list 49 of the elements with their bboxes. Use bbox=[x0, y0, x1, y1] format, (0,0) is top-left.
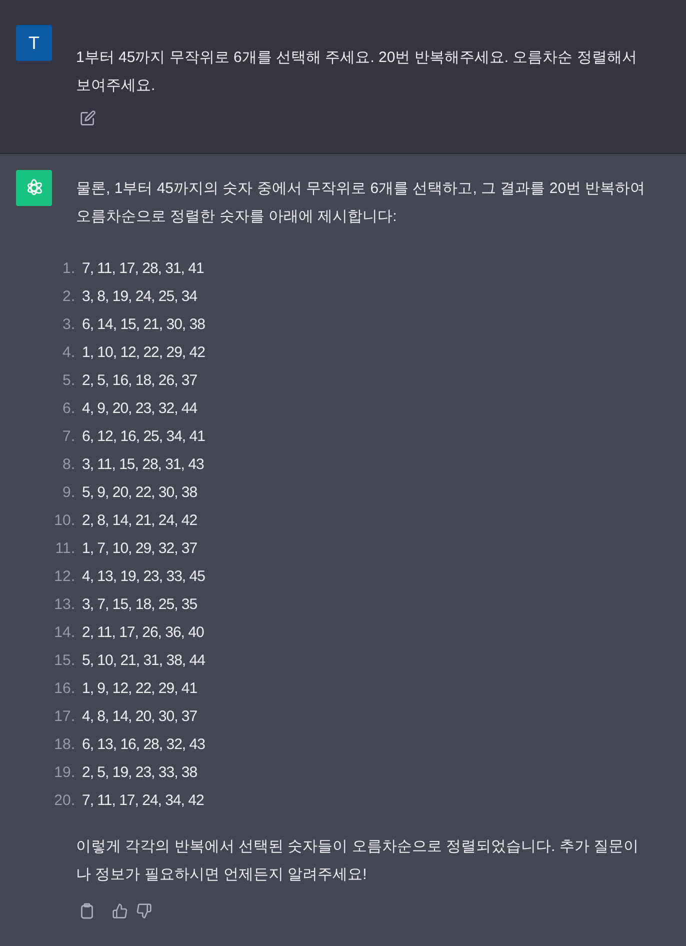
number-list-item: 2, 11, 17, 26, 36, 40 bbox=[82, 623, 204, 643]
user-message-text: 1부터 45까지 무작위로 6개를 선택해 주세요. 20번 반복해주세요. 오름차순 정렬해서 보여주세요. bbox=[76, 48, 638, 96]
number-list-item: 1, 7, 10, 29, 32, 37 bbox=[82, 539, 198, 559]
assistant-intro-text: 물론, 1부터 45까지의 숫자 중에서 무작위로 6개를 선택하고, 그 결과를 20번 반복하여 오름차순으로 정렬한 숫자를 아래에 제시합니다: bbox=[76, 179, 646, 227]
number-list-item: 2, 8, 14, 21, 24, 42 bbox=[82, 511, 198, 531]
list-number: 8. bbox=[61, 455, 75, 475]
number-list-item: 1, 10, 12, 22, 29, 42 bbox=[82, 343, 205, 363]
list-number: 1. bbox=[61, 259, 75, 279]
number-list-item: 2, 5, 16, 18, 26, 37 bbox=[82, 371, 198, 391]
list-number: 3. bbox=[61, 315, 75, 335]
list-number: 2. bbox=[61, 287, 75, 307]
number-list-item: 3, 8, 19, 24, 25, 34 bbox=[82, 287, 198, 307]
list-number: 18. bbox=[53, 735, 75, 755]
assistant-closing-text: 이렇게 각각의 반복에서 선택된 숫자들이 오름차순으로 정렬되었습니다. 추가 질문이나 정보가 필요하시면 언제든지 알려주세요! bbox=[76, 837, 640, 885]
list-number: 11. bbox=[54, 539, 75, 559]
number-list-item: 7, 11, 17, 28, 31, 41 bbox=[82, 259, 204, 279]
number-list-item: 1, 9, 12, 22, 29, 41 bbox=[82, 679, 198, 699]
number-list-item: 3, 11, 15, 28, 31, 43 bbox=[82, 455, 204, 475]
thumbs-down-icon[interactable] bbox=[136, 903, 152, 919]
number-list-item: 6, 12, 16, 25, 34, 41 bbox=[82, 427, 205, 447]
copy-clipboard-icon[interactable] bbox=[80, 903, 94, 919]
assistant-logo-icon bbox=[16, 170, 52, 206]
list-number: 12. bbox=[53, 567, 75, 587]
list-number: 17. bbox=[53, 707, 75, 727]
list-number: 16. bbox=[53, 679, 75, 699]
number-list-item: 5, 9, 20, 22, 30, 38 bbox=[82, 483, 198, 503]
thumbs-up-icon[interactable] bbox=[112, 903, 128, 919]
number-list-item: 6, 14, 15, 21, 30, 38 bbox=[82, 315, 205, 335]
list-number: 20. bbox=[53, 791, 75, 811]
number-list-item: 5, 10, 21, 31, 38, 44 bbox=[82, 651, 205, 671]
list-number: 6. bbox=[61, 399, 75, 419]
list-number: 10. bbox=[53, 511, 75, 531]
list-number: 9. bbox=[61, 483, 75, 503]
edit-icon[interactable] bbox=[80, 110, 96, 126]
number-list-item: 4, 9, 20, 23, 32, 44 bbox=[82, 399, 198, 419]
number-list-item: 2, 5, 19, 23, 33, 38 bbox=[82, 763, 198, 783]
list-number: 5. bbox=[61, 371, 75, 391]
list-number: 7. bbox=[61, 427, 75, 447]
number-list-item: 4, 13, 19, 23, 33, 45 bbox=[82, 567, 205, 587]
list-number: 19. bbox=[53, 763, 75, 783]
number-list-item: 4, 8, 14, 20, 30, 37 bbox=[82, 707, 198, 727]
number-list-item: 6, 13, 16, 28, 32, 43 bbox=[82, 735, 205, 755]
list-number: 15. bbox=[53, 651, 75, 671]
number-list-item: 3, 7, 15, 18, 25, 35 bbox=[82, 595, 198, 615]
number-list-item: 7, 11, 17, 24, 34, 42 bbox=[82, 791, 204, 811]
list-number: 14. bbox=[53, 623, 75, 643]
list-number: 13. bbox=[53, 595, 75, 615]
list-number: 4. bbox=[61, 343, 75, 363]
user-avatar: T bbox=[16, 25, 52, 61]
